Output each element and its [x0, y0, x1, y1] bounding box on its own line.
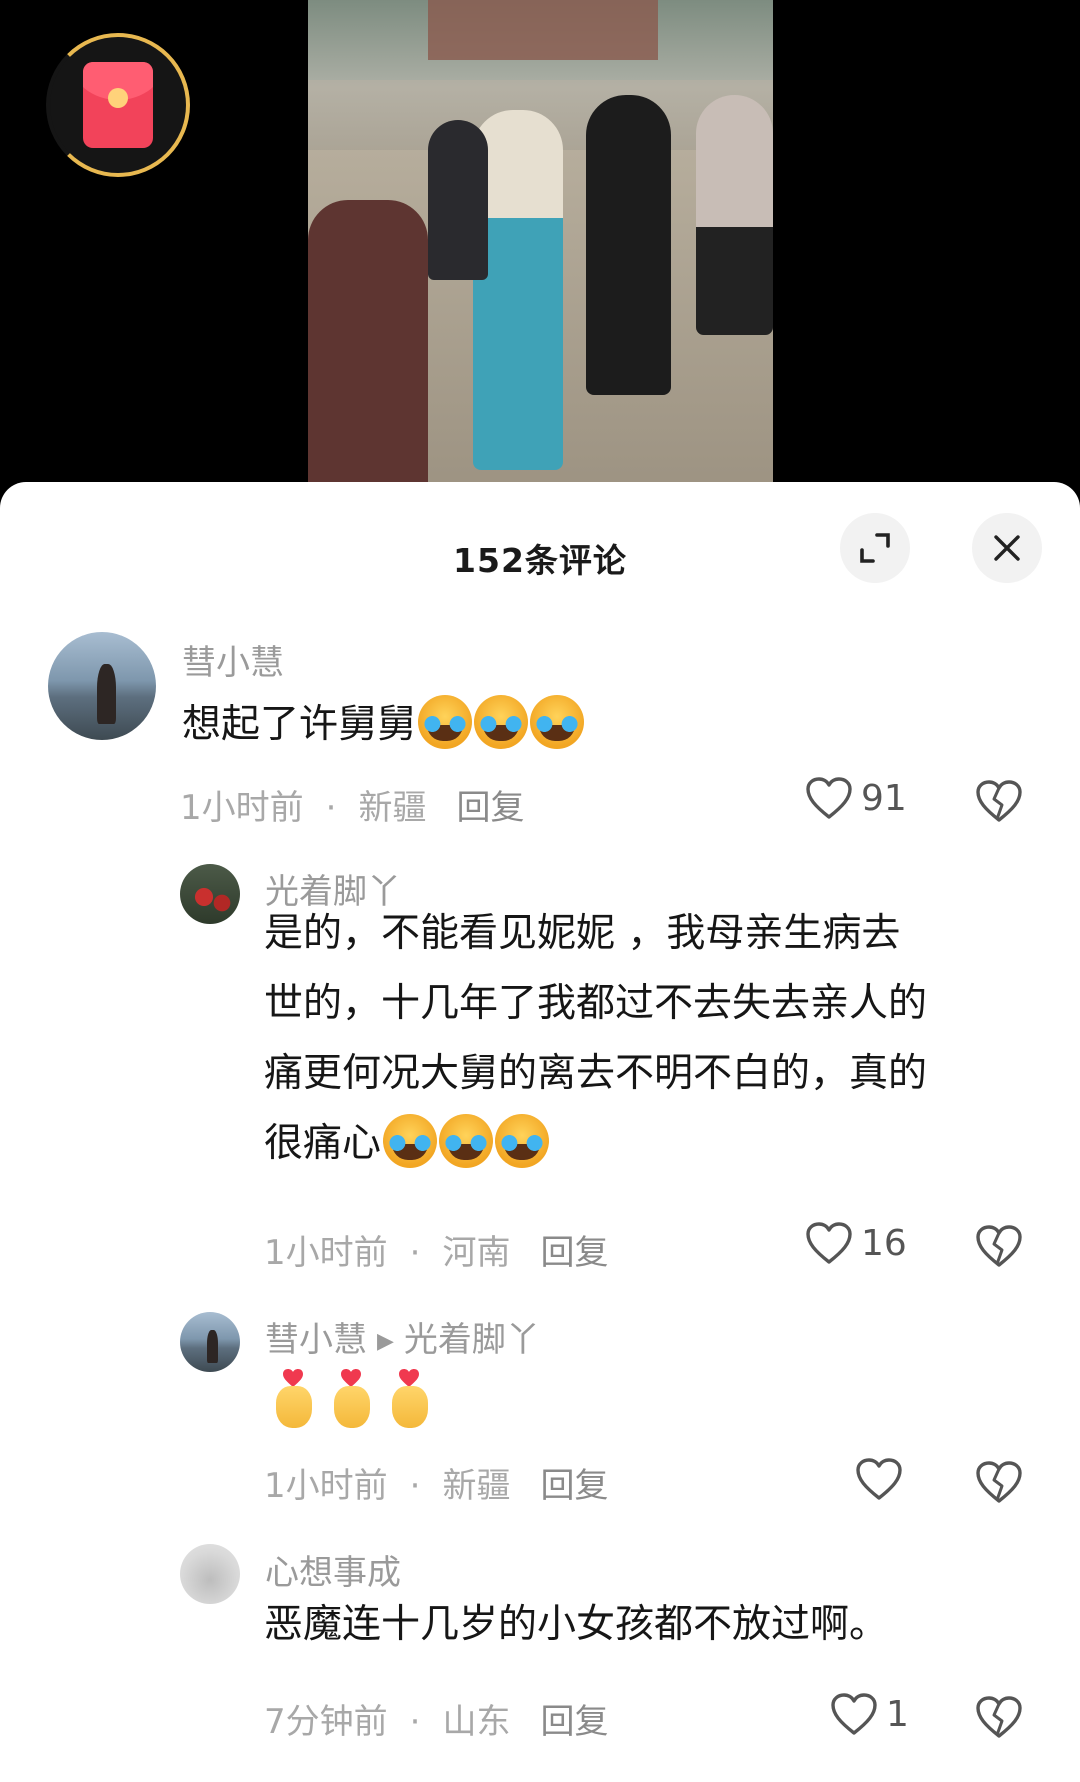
crying-emoji-icon [418, 695, 473, 749]
comment-time: 1小时前 [180, 788, 304, 828]
comment-text-body: 想起了许舅舅 [182, 702, 417, 747]
comment-text: 恶魔连十几岁的小女孩都不放过啊。 [264, 1602, 889, 1647]
comment-time: 1小时前 [264, 1233, 388, 1273]
red-packet-button[interactable] [46, 33, 190, 177]
broken-heart-icon [976, 780, 1022, 822]
crying-emoji-icon [439, 1114, 494, 1168]
finger-heart-emoji-icon [386, 1368, 434, 1430]
meta-separator: · [409, 1466, 421, 1506]
expand-icon [860, 533, 890, 563]
red-packet-icon [83, 62, 153, 148]
broken-heart-icon [976, 1461, 1022, 1503]
avatar[interactable] [180, 1544, 240, 1604]
comment-time: 1小时前 [264, 1466, 388, 1506]
reply-to-username[interactable]: 光着脚丫 [404, 1320, 540, 1360]
heart-outline-icon [856, 1458, 902, 1500]
like-button[interactable] [855, 1457, 903, 1501]
expand-button[interactable] [840, 513, 910, 583]
comment-text: 是的，不能看见妮妮 ，我母亲生病去 世的，十几年了我都过不去失去亲人的 痛更何况… [264, 899, 1054, 1179]
like-count: 1 [886, 1693, 909, 1735]
reply-button[interactable]: 回复 [540, 1233, 608, 1273]
close-icon [994, 535, 1020, 561]
comment-username[interactable]: 彗小慧 [265, 1320, 367, 1360]
video-player[interactable] [0, 0, 1080, 490]
crying-emoji-icon [495, 1114, 550, 1168]
comment-meta: 1小时前 · 新疆 回复 [264, 1458, 608, 1507]
comment-username[interactable]: 彗小慧 [182, 635, 284, 684]
triangle-right-icon: ▶ [377, 1329, 394, 1354]
like-button[interactable]: 16 [805, 1221, 907, 1265]
comments-count-title: 152条评论 [453, 541, 627, 580]
video-frame [308, 0, 773, 490]
like-count: 91 [861, 777, 907, 819]
crying-emoji-icon [474, 695, 529, 749]
comment-text-line: 是的，不能看见妮妮 ，我母亲生病去 [264, 911, 901, 956]
comments-header: 152条评论 [0, 482, 1080, 592]
comment-text-line: 很痛心 [264, 1121, 382, 1166]
close-button[interactable] [972, 513, 1042, 583]
heart-outline-icon [806, 777, 852, 819]
comment-text-line-last: 很痛心 [264, 1109, 1054, 1179]
comment-text-line: 痛更何况大舅的离去不明不白的，真的 [264, 1051, 928, 1096]
crying-emoji-icon [530, 695, 585, 749]
meta-separator: · [409, 1233, 421, 1273]
broken-heart-icon [976, 1696, 1022, 1738]
comments-panel: 152条评论 彗小慧 想起了许舅舅 1小时前 · 新疆 回复 91 光着脚丫 是… [0, 482, 1080, 1782]
heart-outline-icon [806, 1222, 852, 1264]
dislike-button[interactable] [975, 1460, 1023, 1508]
dislike-button[interactable] [975, 1695, 1023, 1743]
heart-outline-icon [831, 1693, 877, 1735]
comment-meta: 7分钟前 · 山东 回复 [264, 1694, 608, 1743]
meta-separator: · [325, 788, 337, 828]
like-count: 16 [861, 1222, 907, 1264]
like-button[interactable]: 91 [805, 776, 907, 820]
comment-location: 河南 [442, 1233, 511, 1273]
avatar[interactable] [48, 632, 156, 740]
comment-location: 山东 [442, 1702, 511, 1742]
reply-button[interactable]: 回复 [540, 1702, 608, 1742]
dislike-button[interactable] [975, 1224, 1023, 1272]
comment-location: 新疆 [442, 1466, 511, 1506]
like-button[interactable]: 1 [830, 1692, 909, 1736]
comment-time: 7分钟前 [264, 1702, 388, 1742]
dislike-button[interactable] [975, 779, 1023, 827]
comment-text [270, 1362, 444, 1432]
comment-meta: 1小时前 · 新疆 回复 [180, 780, 524, 829]
comment-username-line: 彗小慧 ▶ 光着脚丫 [265, 1312, 540, 1361]
avatar[interactable] [180, 1312, 240, 1372]
comment-meta: 1小时前 · 河南 回复 [264, 1225, 608, 1274]
comment-location: 新疆 [358, 788, 427, 828]
broken-heart-icon [976, 1225, 1022, 1267]
crying-emoji-icon [383, 1114, 438, 1168]
reply-button[interactable]: 回复 [456, 788, 524, 828]
finger-heart-emoji-icon [328, 1368, 376, 1430]
comment-username[interactable]: 心想事成 [265, 1545, 401, 1594]
comment-text-line: 世的，十几年了我都过不去失去亲人的 [264, 981, 928, 1026]
meta-separator: · [409, 1702, 421, 1742]
finger-heart-emoji-icon [270, 1368, 318, 1430]
comment-text: 想起了许舅舅 [182, 690, 585, 760]
avatar[interactable] [180, 864, 240, 924]
reply-button[interactable]: 回复 [540, 1466, 608, 1506]
